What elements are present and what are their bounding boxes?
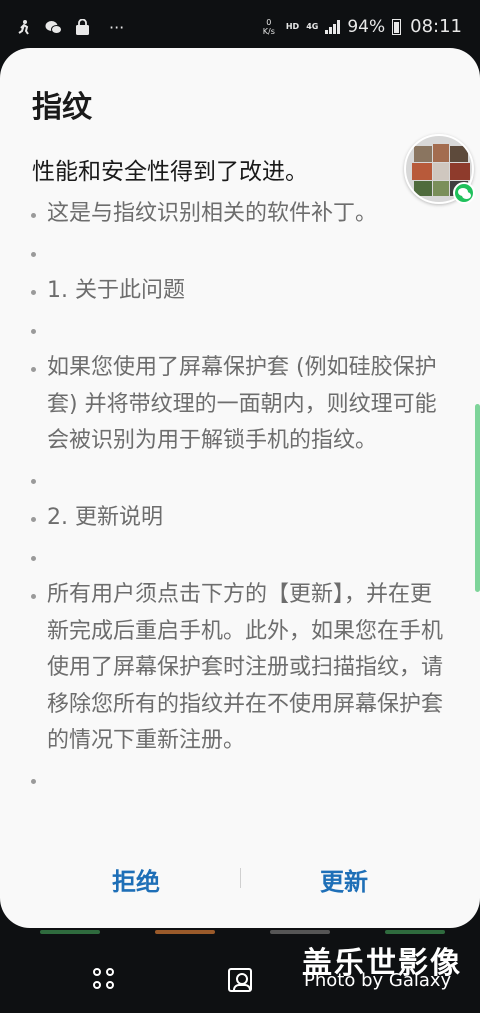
list-item: 如果您使用了屏幕保护套 (例如硅胶保护套) 并将带纹理的一面朝内，则纹理可能会被…: [31, 350, 451, 460]
battery-percent: 94%: [347, 16, 386, 37]
recent-apps-icon[interactable]: [93, 968, 117, 992]
update-button[interactable]: 更新: [264, 862, 424, 897]
more-dots-icon: ···: [109, 18, 125, 37]
signal-icon: [325, 19, 341, 34]
dialog-buttons: 拒绝 更新: [0, 852, 480, 904]
list-item: [31, 462, 451, 499]
hd-indicator: HD: [285, 22, 300, 31]
list-item: 2. 更新说明: [31, 500, 451, 537]
net-speed: 0 K/s: [262, 17, 275, 36]
list-item: 所有用户须点击下方的【更新】，并在更新完成后重启手机。此外，如果您在手机使用了屏…: [31, 577, 451, 760]
background-app-icon: [155, 930, 215, 934]
home-icon[interactable]: [228, 968, 252, 992]
battery-icon: [392, 18, 402, 35]
background-app-icon: [40, 930, 100, 934]
scrollbar[interactable]: [475, 404, 480, 592]
clock: 08:11: [410, 16, 462, 37]
background-app-icon: [385, 930, 445, 934]
dialog-title: 指纹: [32, 90, 92, 125]
reject-button[interactable]: 拒绝: [56, 862, 216, 897]
network-type: 4G: [306, 22, 319, 31]
wechat-icon: [453, 182, 475, 204]
list-item: [31, 762, 451, 799]
shopping-bag-icon: [76, 19, 89, 35]
list-item: [31, 312, 451, 349]
background-app-icon: [270, 930, 330, 934]
dialog-body[interactable]: 这是与指纹识别相关的软件补丁。 1. 关于此问题 如果您使用了屏幕保护套 (例如…: [31, 196, 451, 800]
list-item: [31, 539, 451, 576]
notification-icons: ···: [16, 18, 124, 37]
list-item: 1. 关于此问题: [31, 273, 451, 310]
dialog-subtitle: 性能和安全性得到了改进。: [32, 159, 308, 185]
button-divider: [240, 868, 241, 888]
watermark-subtitle: Photo by Galaxy: [304, 970, 452, 991]
list-item: [31, 235, 451, 272]
person-run-icon: [18, 20, 29, 35]
wechat-icon: [45, 21, 62, 34]
list-item: 这是与指纹识别相关的软件补丁。: [31, 196, 451, 233]
